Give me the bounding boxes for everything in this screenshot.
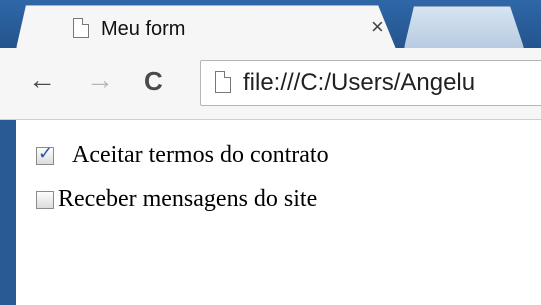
address-text[interactable]: file:///C:/Users/Angelu (243, 69, 475, 97)
active-tab[interactable]: Meu form × (16, 5, 396, 49)
form-row-receive-messages: Receber mensagens do site (36, 186, 317, 213)
receive-messages-label: Receber mensagens do site (58, 186, 318, 212)
tab-title: Meu form (101, 18, 186, 40)
accept-terms-checkbox[interactable] (36, 143, 54, 165)
file-icon (215, 71, 231, 93)
back-arrow-icon[interactable]: ← (28, 66, 56, 94)
reload-icon[interactable]: C (144, 68, 163, 94)
accept-terms-label: Aceitar termos do contrato (72, 142, 329, 168)
page-icon (73, 18, 89, 38)
page-content: Aceitar termos do contrato Receber mensa… (16, 120, 541, 305)
tab-close-icon[interactable]: × (371, 16, 384, 38)
address-bar[interactable]: file:///C:/Users/Angelu (200, 60, 541, 106)
new-tab-button[interactable] (404, 6, 524, 48)
receive-messages-checkbox[interactable] (36, 190, 54, 209)
form-row-accept-terms: Aceitar termos do contrato (36, 142, 329, 169)
forward-arrow-icon[interactable]: → (86, 66, 114, 94)
browser-toolbar: ← → C file:///C:/Users/Angelu (0, 48, 541, 120)
tab-strip: Meu form × (0, 0, 541, 48)
